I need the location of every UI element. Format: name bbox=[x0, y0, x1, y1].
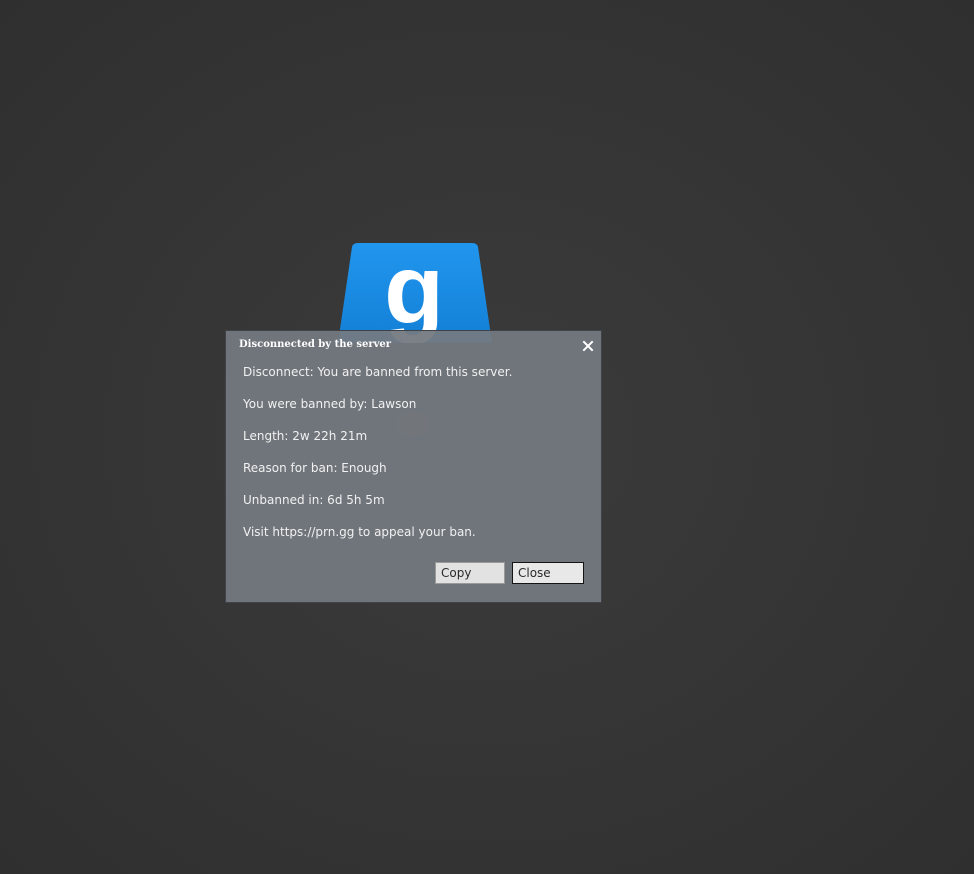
dialog-title: Disconnected by the server bbox=[239, 339, 392, 350]
ban-length-text: Length: 2w 22h 21m bbox=[243, 429, 368, 443]
unban-time-text: Unbanned in: 6d 5h 5m bbox=[243, 493, 385, 507]
ban-reason-text: Reason for ban: Enough bbox=[243, 461, 387, 475]
close-button[interactable]: Close bbox=[512, 562, 584, 584]
disconnect-reason-text: Disconnect: You are banned from this ser… bbox=[243, 365, 513, 379]
logo-letter: g bbox=[384, 243, 444, 343]
banned-by-text: You were banned by: Lawson bbox=[243, 397, 417, 411]
gmod-logo-icon: g bbox=[334, 234, 494, 344]
appeal-text: Visit https://prn.gg to appeal your ban. bbox=[243, 525, 476, 539]
copy-button[interactable]: Copy bbox=[435, 562, 505, 584]
close-icon[interactable] bbox=[581, 338, 595, 352]
disconnect-dialog: Disconnected by the server Disconnect: Y… bbox=[225, 330, 602, 603]
